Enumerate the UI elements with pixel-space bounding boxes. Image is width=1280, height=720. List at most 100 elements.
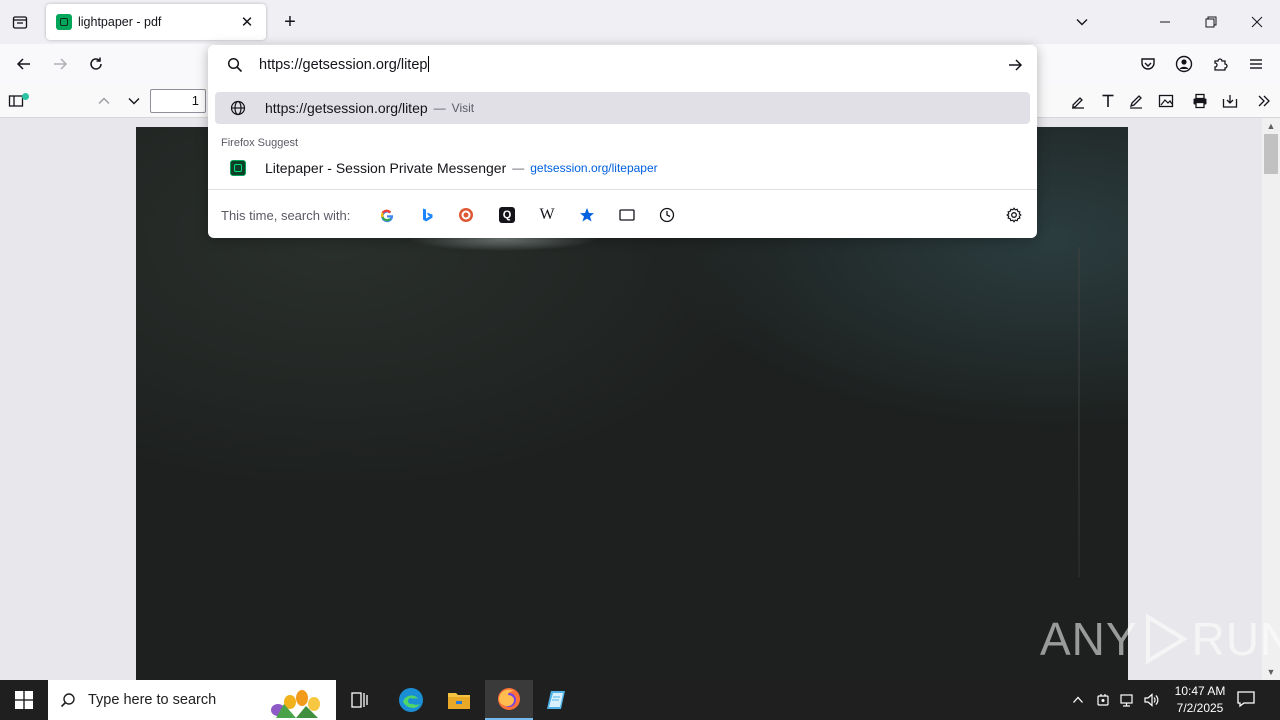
tab-lightpaper[interactable]: lightpaper - pdf ✕ — [46, 4, 266, 40]
taskbar-notepad[interactable] — [533, 680, 581, 720]
anyrun-watermark: ANY RUN — [1040, 612, 1280, 666]
save-button[interactable] — [1218, 89, 1242, 113]
vertical-scrollbar[interactable]: ▲ ▼ — [1262, 118, 1280, 680]
account-icon — [1175, 55, 1193, 73]
image-icon — [1158, 94, 1174, 108]
address-bar-popup: https://getsession.org/litep https://get… — [208, 45, 1037, 238]
go-button[interactable] — [1003, 53, 1027, 77]
scroll-thumb[interactable] — [1264, 134, 1278, 174]
history-search-button[interactable] — [654, 202, 680, 228]
qwant-icon: Q — [499, 207, 515, 223]
watermark-left-text: ANY — [1040, 613, 1138, 665]
taskbar-firefox[interactable] — [485, 680, 533, 720]
firefox-view-button[interactable] — [8, 10, 32, 34]
taskbar-file-explorer[interactable] — [435, 680, 483, 720]
firefox-view-icon — [12, 16, 28, 29]
chevron-down-icon — [128, 98, 140, 105]
wikipedia-search-button[interactable]: W — [534, 202, 560, 228]
wikipedia-icon: W — [539, 206, 555, 223]
result-visit-url[interactable]: https://getsession.org/litep — Visit — [215, 92, 1030, 124]
list-all-tabs-button[interactable] — [1070, 10, 1094, 34]
typed-url: https://getsession.org/litep — [259, 57, 428, 73]
suggestion-litepaper[interactable]: Litepaper - Session Private Messenger — … — [215, 152, 1030, 184]
system-clock[interactable]: 10:47 AM 7/2/2025 — [1160, 683, 1240, 717]
tab-icon — [619, 209, 635, 221]
firefox-icon — [498, 688, 520, 710]
star-icon — [580, 208, 594, 222]
double-chevron-right-icon — [1258, 95, 1270, 107]
chevron-up-icon — [1073, 696, 1083, 703]
previous-page-button[interactable] — [92, 89, 116, 113]
pocket-icon — [1141, 58, 1155, 70]
action-center-button[interactable] — [1236, 690, 1258, 710]
volume-button[interactable] — [1141, 690, 1161, 710]
notification-dot-icon — [22, 93, 29, 100]
next-page-button[interactable] — [122, 89, 146, 113]
minimize-button[interactable] — [1142, 0, 1188, 44]
network-icon — [1120, 694, 1133, 707]
clock-date: 7/2/2025 — [1176, 701, 1224, 715]
tools-overflow-button[interactable] — [1252, 89, 1276, 113]
pocket-button[interactable] — [1136, 52, 1160, 76]
search-settings-button[interactable] — [1001, 202, 1027, 228]
tab-title: lightpaper - pdf — [78, 15, 162, 29]
forward-button[interactable] — [48, 52, 72, 76]
duckduckgo-search-button[interactable] — [453, 202, 479, 228]
google-search-button[interactable] — [374, 202, 400, 228]
pen-icon — [1129, 95, 1142, 109]
session-favicon-icon — [56, 14, 72, 30]
page-number-input[interactable]: 1 — [150, 89, 206, 113]
arrow-right-icon — [1009, 59, 1023, 71]
gear-icon — [1006, 207, 1022, 223]
task-view-icon — [351, 692, 368, 708]
sidebar-toggle-button[interactable] — [4, 89, 29, 113]
restore-button[interactable] — [1188, 0, 1234, 44]
globe-icon — [229, 99, 247, 117]
taskbar-search-box[interactable]: Type here to search — [48, 680, 336, 720]
start-button[interactable] — [0, 680, 48, 720]
extensions-button[interactable] — [1208, 52, 1232, 76]
text-button[interactable] — [1096, 89, 1120, 113]
task-view-button[interactable] — [336, 680, 384, 720]
one-off-search-label: This time, search with: — [221, 208, 351, 223]
scroll-up-arrow-icon[interactable]: ▲ — [1262, 118, 1280, 134]
tabs-search-button[interactable] — [614, 202, 640, 228]
windows-logo-icon — [15, 691, 33, 709]
search-icon — [60, 693, 75, 708]
back-button[interactable] — [12, 52, 36, 76]
close-icon — [1251, 16, 1263, 28]
bookmarks-search-button[interactable] — [574, 202, 600, 228]
highlighter-icon — [1072, 97, 1084, 109]
qwant-search-button[interactable]: Q — [494, 202, 520, 228]
reload-button[interactable] — [84, 52, 108, 76]
pdf-decorative-line — [1078, 247, 1080, 577]
image-button[interactable] — [1154, 89, 1178, 113]
suggestion-title: Litepaper - Session Private Messenger — [265, 160, 507, 176]
reload-icon — [90, 57, 102, 70]
print-button[interactable] — [1188, 89, 1212, 113]
show-hidden-icons-button[interactable] — [1068, 690, 1088, 710]
folder-icon — [448, 693, 470, 709]
arrow-right-icon — [54, 58, 68, 70]
taskbar-edge[interactable] — [387, 680, 435, 720]
account-button[interactable] — [1172, 52, 1196, 76]
address-input[interactable]: https://getsession.org/litep — [208, 45, 1037, 85]
tray-app-button[interactable] — [1093, 690, 1113, 710]
firefox-suggest-label: Firefox Suggest — [221, 137, 299, 149]
result-title: https://getsession.org/litep — [265, 100, 428, 116]
app-menu-button[interactable] — [1244, 52, 1268, 76]
chevron-up-icon — [98, 97, 110, 104]
one-off-divider — [208, 189, 1037, 190]
draw-button[interactable] — [1124, 89, 1148, 113]
result-action: Visit — [451, 101, 475, 115]
history-clock-icon — [659, 207, 675, 223]
new-tab-button[interactable]: + — [278, 10, 302, 34]
speaker-icon — [1144, 693, 1159, 707]
address-input-text[interactable]: https://getsession.org/litep — [259, 56, 430, 73]
highlight-button[interactable] — [1066, 89, 1090, 113]
bing-search-button[interactable] — [414, 202, 440, 228]
tab-close-icon[interactable]: ✕ — [238, 13, 256, 31]
close-window-button[interactable] — [1234, 0, 1280, 44]
scroll-down-arrow-icon[interactable]: ▼ — [1262, 664, 1280, 680]
network-button[interactable] — [1117, 690, 1137, 710]
